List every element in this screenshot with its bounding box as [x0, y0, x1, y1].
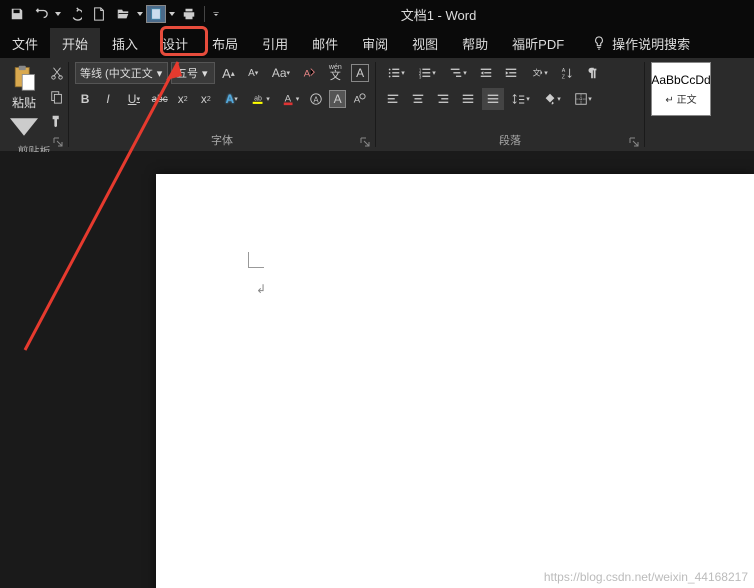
svg-text:A: A: [303, 69, 310, 80]
tab-design[interactable]: 设计: [150, 28, 200, 58]
group-paragraph: ▾ 123▾ ▾ 文▾ AZ ▾ ▾ ▾: [376, 58, 644, 151]
page-view-button[interactable]: [146, 5, 166, 23]
align-center-button[interactable]: [407, 88, 429, 110]
svg-text:3: 3: [419, 74, 422, 79]
tab-file[interactable]: 文件: [0, 28, 50, 58]
font-launcher[interactable]: [360, 136, 373, 149]
svg-text:A: A: [562, 68, 566, 74]
char-scale-button[interactable]: A: [349, 88, 369, 110]
quick-access-toolbar: [0, 3, 223, 25]
bold-button[interactable]: B: [75, 88, 95, 110]
paragraph-launcher[interactable]: [629, 136, 642, 149]
clipboard-launcher[interactable]: [53, 136, 66, 149]
document-page[interactable]: ↲: [156, 174, 754, 588]
paste-label: 粘贴: [12, 94, 36, 111]
title-bar: 文档1 - Word: [0, 0, 754, 28]
group-styles: AaBbCcDd ↵ 正文: [645, 58, 719, 151]
open-dropdown[interactable]: [136, 12, 144, 16]
subscript-button[interactable]: x2: [173, 88, 193, 110]
show-marks-button[interactable]: [581, 62, 603, 84]
ribbon: 粘贴 剪贴板 等线 (中文正文▾ 五号▾ A▴ A▾ Aa▾ A: [0, 58, 754, 152]
char-border-button[interactable]: A: [351, 64, 369, 82]
font-label: 字体: [75, 131, 369, 149]
paste-button[interactable]: 粘贴: [6, 62, 42, 143]
paste-icon: [10, 64, 38, 92]
style-sample: AaBbCcDd: [651, 73, 710, 87]
italic-button[interactable]: I: [98, 88, 118, 110]
tab-references[interactable]: 引用: [250, 28, 300, 58]
tab-layout[interactable]: 布局: [200, 28, 250, 58]
ribbon-tabs: 文件 开始 插入 设计 布局 引用 邮件 审阅 视图 帮助 福昕PDF 操作说明…: [0, 28, 754, 58]
tab-insert[interactable]: 插入: [100, 28, 150, 58]
svg-text:文: 文: [533, 68, 541, 78]
undo-button[interactable]: [30, 3, 52, 25]
grow-font-button[interactable]: A▴: [218, 62, 240, 84]
char-shading-button[interactable]: A: [306, 88, 326, 110]
tab-foxit-pdf[interactable]: 福昕PDF: [500, 28, 576, 58]
qa-separator: [204, 6, 205, 22]
paragraph-mark-icon: ↲: [256, 282, 266, 296]
svg-text:ab: ab: [254, 95, 262, 102]
increase-indent-button[interactable]: [500, 62, 522, 84]
format-painter-button[interactable]: [46, 110, 68, 132]
save-button[interactable]: [6, 3, 28, 25]
window-title: 文档1 - Word: [223, 5, 754, 24]
underline-button[interactable]: U▾: [121, 88, 147, 110]
shading-button[interactable]: ▾: [538, 88, 566, 110]
paragraph-label: 段落: [382, 131, 638, 149]
tab-review[interactable]: 审阅: [350, 28, 400, 58]
tab-help[interactable]: 帮助: [450, 28, 500, 58]
decrease-indent-button[interactable]: [475, 62, 497, 84]
enclose-char-button[interactable]: A: [329, 90, 346, 108]
open-button[interactable]: [112, 3, 134, 25]
font-color-button[interactable]: A▾: [278, 88, 304, 110]
tab-view[interactable]: 视图: [400, 28, 450, 58]
font-face-combo[interactable]: 等线 (中文正文▾: [75, 62, 168, 84]
undo-dropdown[interactable]: [54, 12, 62, 16]
style-normal[interactable]: AaBbCcDd ↵ 正文: [651, 62, 711, 116]
lightbulb-icon: [592, 36, 606, 50]
style-name: ↵ 正文: [665, 91, 696, 106]
sort-button[interactable]: AZ: [556, 62, 578, 84]
text-effects-button[interactable]: A▾: [219, 88, 245, 110]
redo-button[interactable]: [64, 3, 86, 25]
group-font: 等线 (中文正文▾ 五号▾ A▴ A▾ Aa▾ A wén文 A B I U▾ …: [69, 58, 375, 151]
line-spacing-button[interactable]: ▾: [507, 88, 535, 110]
multilevel-button[interactable]: ▾: [444, 62, 472, 84]
chevron-down-icon: [10, 113, 38, 141]
watermark-text: https://blog.csdn.net/weixin_44168217: [544, 570, 748, 584]
bullets-button[interactable]: ▾: [382, 62, 410, 84]
highlight-button[interactable]: ab▾: [247, 88, 274, 110]
new-doc-button[interactable]: [88, 3, 110, 25]
change-case-button[interactable]: Aa▾: [267, 62, 295, 84]
numbering-button[interactable]: 123▾: [413, 62, 441, 84]
align-left-button[interactable]: [382, 88, 404, 110]
clear-format-button[interactable]: A: [298, 62, 320, 84]
tell-me-label: 操作说明搜索: [612, 34, 690, 53]
svg-text:A: A: [314, 96, 320, 105]
svg-text:Z: Z: [562, 74, 566, 80]
page-view-dropdown[interactable]: [168, 12, 176, 16]
align-right-button[interactable]: [432, 88, 454, 110]
document-area: ↲: [0, 152, 754, 588]
align-justify-button[interactable]: [457, 88, 479, 110]
copy-button[interactable]: [46, 86, 68, 108]
superscript-button[interactable]: x2: [196, 88, 216, 110]
borders-button[interactable]: ▾: [569, 88, 597, 110]
cut-button[interactable]: [46, 62, 68, 84]
align-distribute-button[interactable]: [482, 88, 504, 110]
qa-customize-dropdown[interactable]: [209, 12, 223, 16]
shrink-font-button[interactable]: A▾: [242, 62, 264, 84]
tell-me-search[interactable]: 操作说明搜索: [576, 28, 698, 58]
phonetic-guide-button[interactable]: wén文: [322, 62, 348, 84]
strike-button[interactable]: abc: [150, 88, 170, 110]
group-clipboard: 粘贴 剪贴板: [0, 58, 68, 151]
text-direction-button[interactable]: 文▾: [525, 62, 553, 84]
print-button[interactable]: [178, 3, 200, 25]
font-size-combo[interactable]: 五号▾: [171, 62, 215, 84]
margin-corner-marker: [248, 252, 264, 268]
tab-home[interactable]: 开始: [50, 28, 100, 58]
tab-mailings[interactable]: 邮件: [300, 28, 350, 58]
